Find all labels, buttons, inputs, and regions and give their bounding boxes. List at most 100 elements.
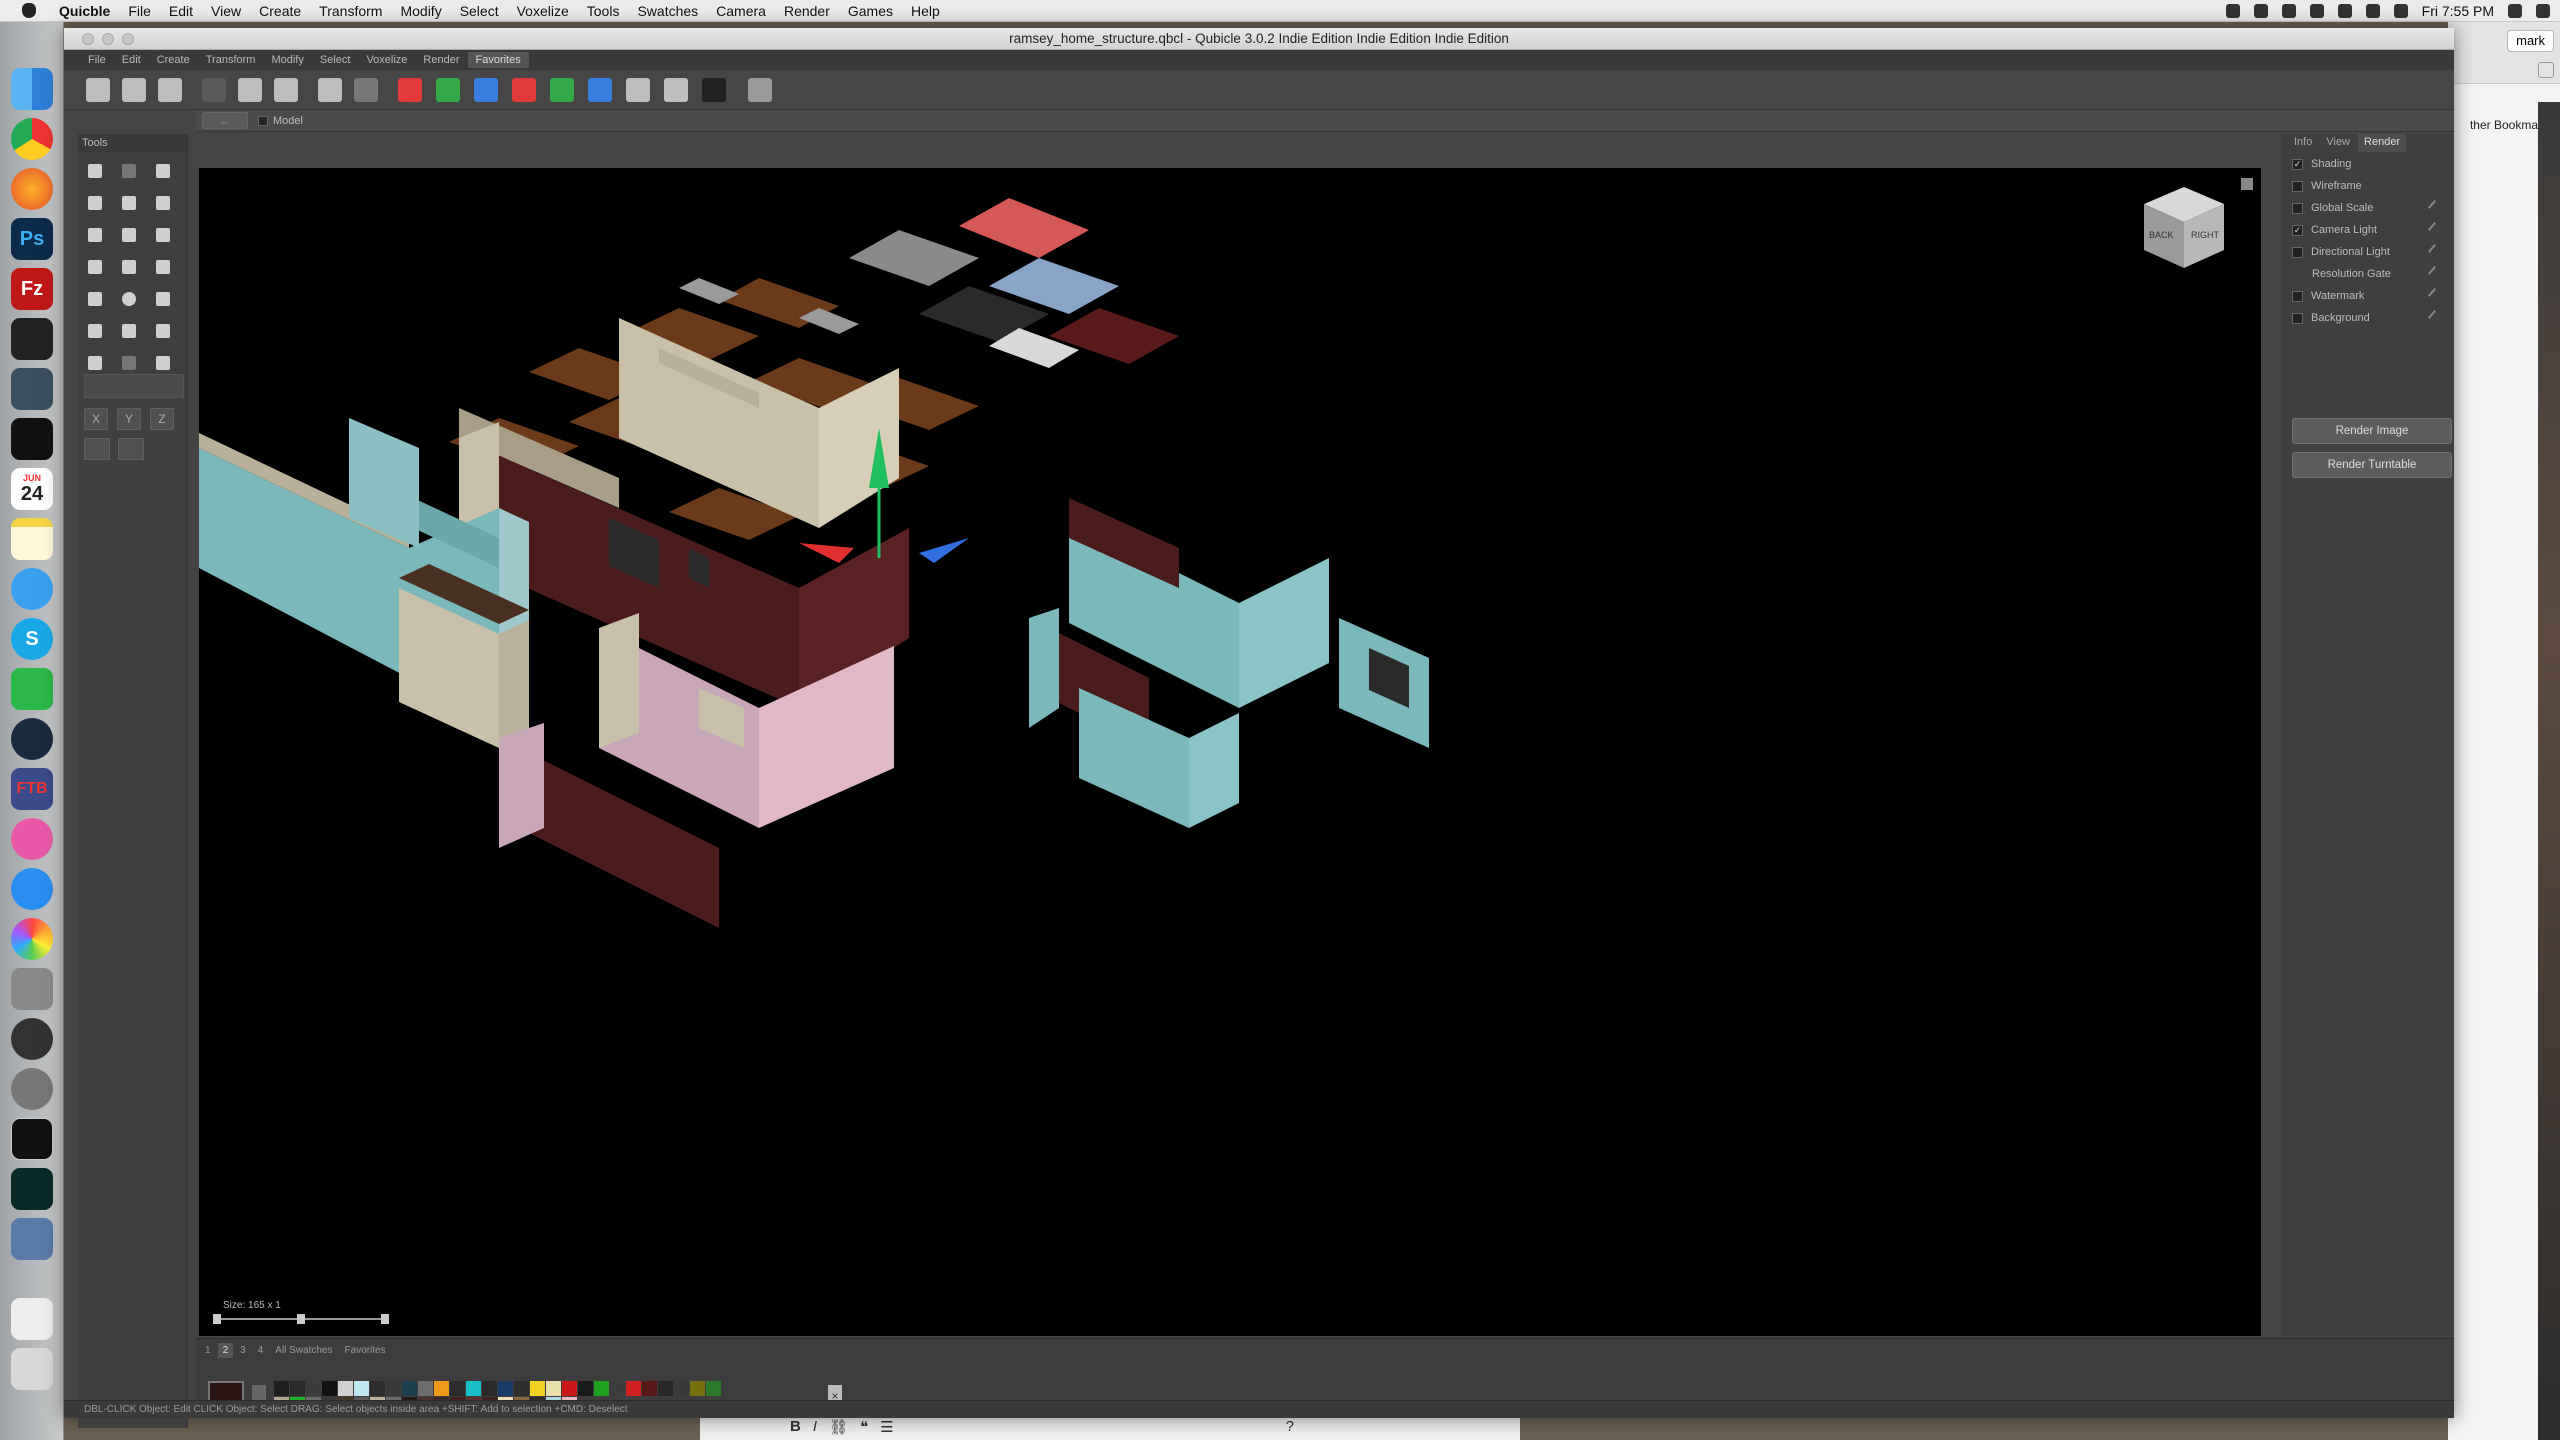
palette-swatch[interactable] [450, 1381, 465, 1396]
pencil-tool-icon[interactable] [82, 190, 108, 216]
help-icon[interactable]: ? [1286, 1418, 1294, 1435]
finder-icon[interactable] [11, 68, 53, 110]
italic-icon[interactable]: I [813, 1418, 817, 1435]
palette-swatch[interactable] [482, 1381, 497, 1396]
list-icon[interactable]: ☰ [880, 1418, 893, 1436]
palette-swatch[interactable] [658, 1381, 673, 1396]
mirror-z-icon[interactable] [474, 78, 498, 102]
menu-favorites[interactable]: Favorites [467, 52, 529, 68]
background-checkbox[interactable] [2292, 312, 2303, 324]
palette-swatch[interactable] [610, 1381, 625, 1396]
menu-file[interactable]: File [80, 52, 114, 68]
palette-swatch[interactable] [578, 1381, 593, 1396]
palette-swatch[interactable] [706, 1381, 721, 1396]
cylinder-tool-icon[interactable] [116, 318, 142, 344]
browser-user-button[interactable]: mark [2507, 30, 2554, 52]
os-menu-transform[interactable]: Transform [310, 3, 391, 19]
palette-swatch[interactable] [290, 1381, 305, 1396]
option-camera-light[interactable]: ✓ Camera Light [2292, 220, 2444, 240]
zoom-window-button[interactable] [122, 33, 134, 45]
global-scale-checkbox[interactable] [2292, 202, 2303, 214]
home-view-icon[interactable] [2241, 178, 2253, 190]
ftb-icon[interactable]: FTB [11, 768, 53, 810]
minimize-window-button[interactable] [102, 33, 114, 45]
edit-pencil-icon[interactable] [2427, 199, 2443, 215]
browser-menu-icon[interactable] [2538, 62, 2554, 78]
tab-info[interactable]: Info [2288, 134, 2318, 152]
option-resolution-gate[interactable]: Resolution Gate [2292, 264, 2444, 284]
os-menu-file[interactable]: File [119, 3, 160, 19]
skype-icon[interactable]: S [11, 618, 53, 660]
swatch-tab-favorites[interactable]: Favorites [340, 1343, 391, 1358]
close-window-button[interactable] [82, 33, 94, 45]
swatch-tab-1[interactable]: 1 [200, 1343, 216, 1358]
cube-tool-icon[interactable] [82, 286, 108, 312]
option-shading[interactable]: ✓ Shading [2292, 154, 2444, 174]
grid-icon[interactable] [748, 78, 772, 102]
os-menu-select[interactable]: Select [451, 3, 508, 19]
palette-swatch[interactable] [370, 1381, 385, 1396]
option-watermark[interactable]: Watermark [2292, 286, 2444, 306]
lasso-tool-icon[interactable] [82, 254, 108, 280]
brush-tool-icon[interactable] [82, 222, 108, 248]
unity-hub-icon[interactable] [11, 318, 53, 360]
paint-tool-icon[interactable] [150, 222, 176, 248]
palette-swatch[interactable] [642, 1381, 657, 1396]
menu-modify[interactable]: Modify [263, 52, 311, 68]
menu-render[interactable]: Render [415, 52, 467, 68]
view-cube[interactable]: BACK RIGHT [2139, 182, 2229, 272]
snap-mode-icon[interactable] [118, 438, 144, 460]
spotlight-icon[interactable] [2508, 4, 2522, 18]
creative-cloud-icon[interactable] [2281, 4, 2296, 18]
os-menu-render[interactable]: Render [775, 3, 839, 19]
option-directional-light[interactable]: Directional Light [2292, 242, 2444, 262]
copy-icon[interactable] [274, 78, 298, 102]
image-app-icon[interactable] [11, 368, 53, 410]
palette-swatch[interactable] [514, 1381, 529, 1396]
palette-swatch[interactable] [418, 1381, 433, 1396]
palette-swatch[interactable] [274, 1381, 289, 1396]
os-menu-help[interactable]: Help [902, 3, 949, 19]
axis-z-toggle[interactable]: Z [150, 408, 174, 430]
pyramid-tool-icon[interactable] [150, 286, 176, 312]
text-tool-icon[interactable] [150, 318, 176, 344]
menu-create[interactable]: Create [149, 52, 198, 68]
duplicate-icon[interactable] [354, 78, 378, 102]
filezilla-icon[interactable]: Fz [11, 268, 53, 310]
os-menu-create[interactable]: Create [250, 3, 310, 19]
option-wireframe[interactable]: Wireframe [2292, 176, 2444, 196]
undo-icon[interactable] [202, 78, 226, 102]
edit-pencil-icon[interactable] [2427, 221, 2443, 237]
cone-tool-icon[interactable] [82, 318, 108, 344]
messages-icon[interactable] [11, 568, 53, 610]
os-app-name[interactable]: Quicble [50, 3, 119, 19]
option-global-scale[interactable]: Global Scale [2292, 198, 2444, 218]
edit-pencil-icon[interactable] [2427, 287, 2443, 303]
flip-z-icon[interactable] [588, 78, 612, 102]
move-tool-icon[interactable] [82, 158, 108, 184]
axis-x-toggle[interactable]: X [84, 408, 108, 430]
wireframe-checkbox[interactable] [2292, 180, 2303, 192]
palette-swatch[interactable] [498, 1381, 513, 1396]
volume-icon[interactable] [2309, 4, 2324, 18]
size-ruler-start[interactable] [213, 1314, 221, 1324]
swatch-tab-all[interactable]: All Swatches [270, 1343, 337, 1358]
palette-swatch[interactable] [306, 1381, 321, 1396]
palette-swatch[interactable] [354, 1381, 369, 1396]
scale-tool-icon[interactable] [150, 350, 176, 376]
cut-icon[interactable] [238, 78, 262, 102]
expand-icon[interactable] [664, 78, 688, 102]
model-breadcrumb[interactable]: Model [258, 112, 303, 129]
palette-swatch[interactable] [530, 1381, 545, 1396]
os-menu-modify[interactable]: Modify [391, 3, 450, 19]
edit-pencil-icon[interactable] [2427, 265, 2443, 281]
select-box-tool-icon[interactable] [116, 350, 142, 376]
dvd-player-icon[interactable] [11, 1018, 53, 1060]
os-menu-edit[interactable]: Edit [160, 3, 202, 19]
rectangle-tool-icon[interactable] [150, 254, 176, 280]
clock[interactable]: Fri 7:55 PM [2422, 3, 2494, 19]
os-menu-voxelize[interactable]: Voxelize [508, 3, 578, 19]
shading-checkbox[interactable]: ✓ [2292, 158, 2303, 170]
os-menu-swatches[interactable]: Swatches [628, 3, 707, 19]
photoshop-icon[interactable]: Ps [11, 218, 53, 260]
